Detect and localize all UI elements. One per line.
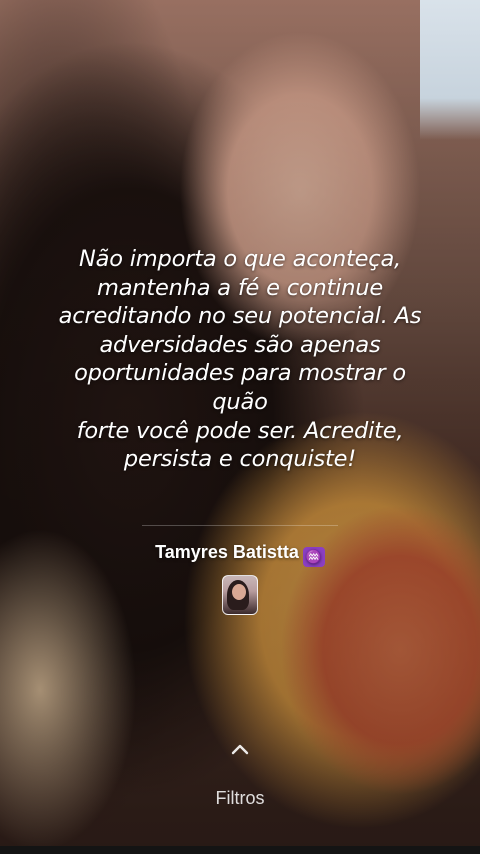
background-wall (420, 0, 480, 140)
quote-line: Não importa o que aconteça, (79, 246, 401, 272)
quote-line: oportunidades para mostrar o quão (74, 360, 406, 415)
quote-line: acreditando no seu potencial. As (58, 303, 422, 330)
divider (142, 525, 338, 526)
avatar-face (232, 584, 246, 600)
quote-text: Não importa o que aconteça, mantenha a f… (52, 245, 428, 474)
aquarius-sign-icon: ♒ (302, 547, 325, 567)
bottom-bar (0, 846, 480, 854)
quote-line: forte você pode ser. Acredite, (76, 417, 404, 444)
author-avatar[interactable] (222, 575, 258, 615)
filters-button[interactable]: Filtros (0, 788, 480, 809)
quote-line: persista e conquiste! (123, 446, 357, 473)
chevron-up-icon[interactable] (231, 742, 249, 756)
quote-line: adversidades são apenas (99, 331, 381, 358)
quote-line: mantenha a fé e continue (97, 274, 383, 301)
author-name-row[interactable]: Tamyres Batistta ♒ (0, 542, 480, 567)
author-name[interactable]: Tamyres Batistta (155, 542, 299, 562)
